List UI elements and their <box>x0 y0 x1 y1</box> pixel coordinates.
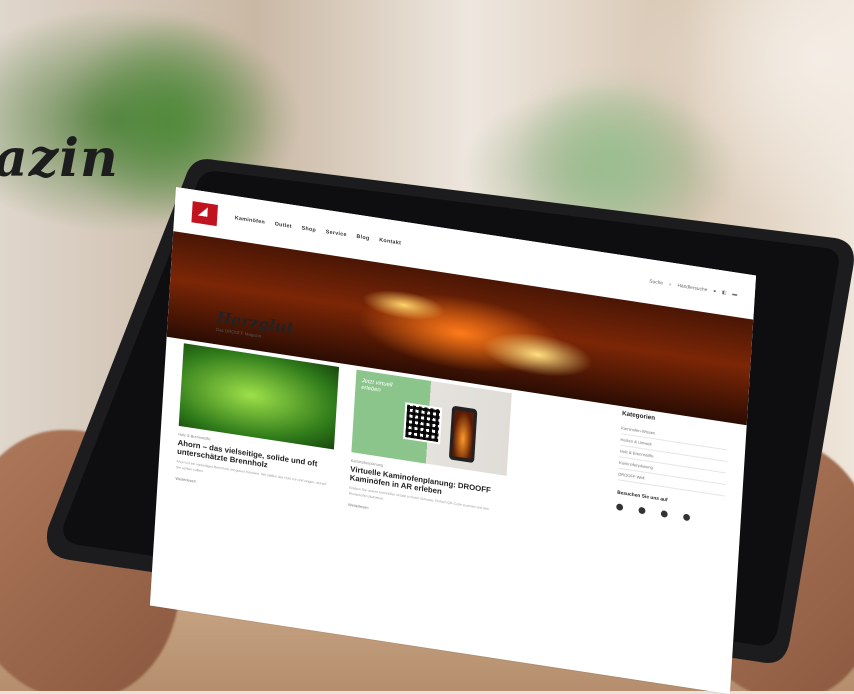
pinterest-icon[interactable] <box>682 513 691 522</box>
nav-item[interactable]: Kaminöfen <box>235 215 266 225</box>
flag-icon[interactable]: ▬ <box>732 291 737 298</box>
article-card[interactable]: Jetzt virtuell erleben Kaminofenplanung … <box>348 369 512 531</box>
phone-icon <box>448 405 478 464</box>
qr-code-icon <box>403 402 443 445</box>
sidebar: Kategorien Kaminofen-Wissen Heizen & Umw… <box>614 410 729 563</box>
youtube-icon[interactable] <box>660 510 668 518</box>
nav-item[interactable]: Blog <box>356 234 369 242</box>
plant-blur <box>500 80 720 240</box>
nav-item[interactable]: Shop <box>301 226 316 234</box>
instagram-icon[interactable] <box>638 506 646 515</box>
nav-item[interactable]: Service <box>326 229 347 238</box>
search-link[interactable]: Suche <box>649 279 663 287</box>
search-icon[interactable]: ⌕ <box>669 282 672 288</box>
nav-item[interactable]: Outlet <box>274 221 292 229</box>
nav-item[interactable]: Kontakt <box>379 237 401 246</box>
promo-text: Jetzt virtuell erleben <box>361 378 393 394</box>
plant-blur <box>60 20 280 220</box>
brand-logo[interactable] <box>191 201 218 227</box>
cart-icon[interactable]: ◧ <box>722 290 727 296</box>
headline-text: azin <box>0 128 119 189</box>
article-card[interactable]: Holz & Brennstoffe Ahorn – das vielseiti… <box>175 343 340 504</box>
user-icon[interactable]: ● <box>713 288 716 294</box>
dealer-link[interactable]: Händlersuche <box>677 283 707 293</box>
facebook-icon[interactable] <box>616 503 624 512</box>
website-screen: Kaminöfen Outlet Shop Service Blog Konta… <box>149 187 757 694</box>
